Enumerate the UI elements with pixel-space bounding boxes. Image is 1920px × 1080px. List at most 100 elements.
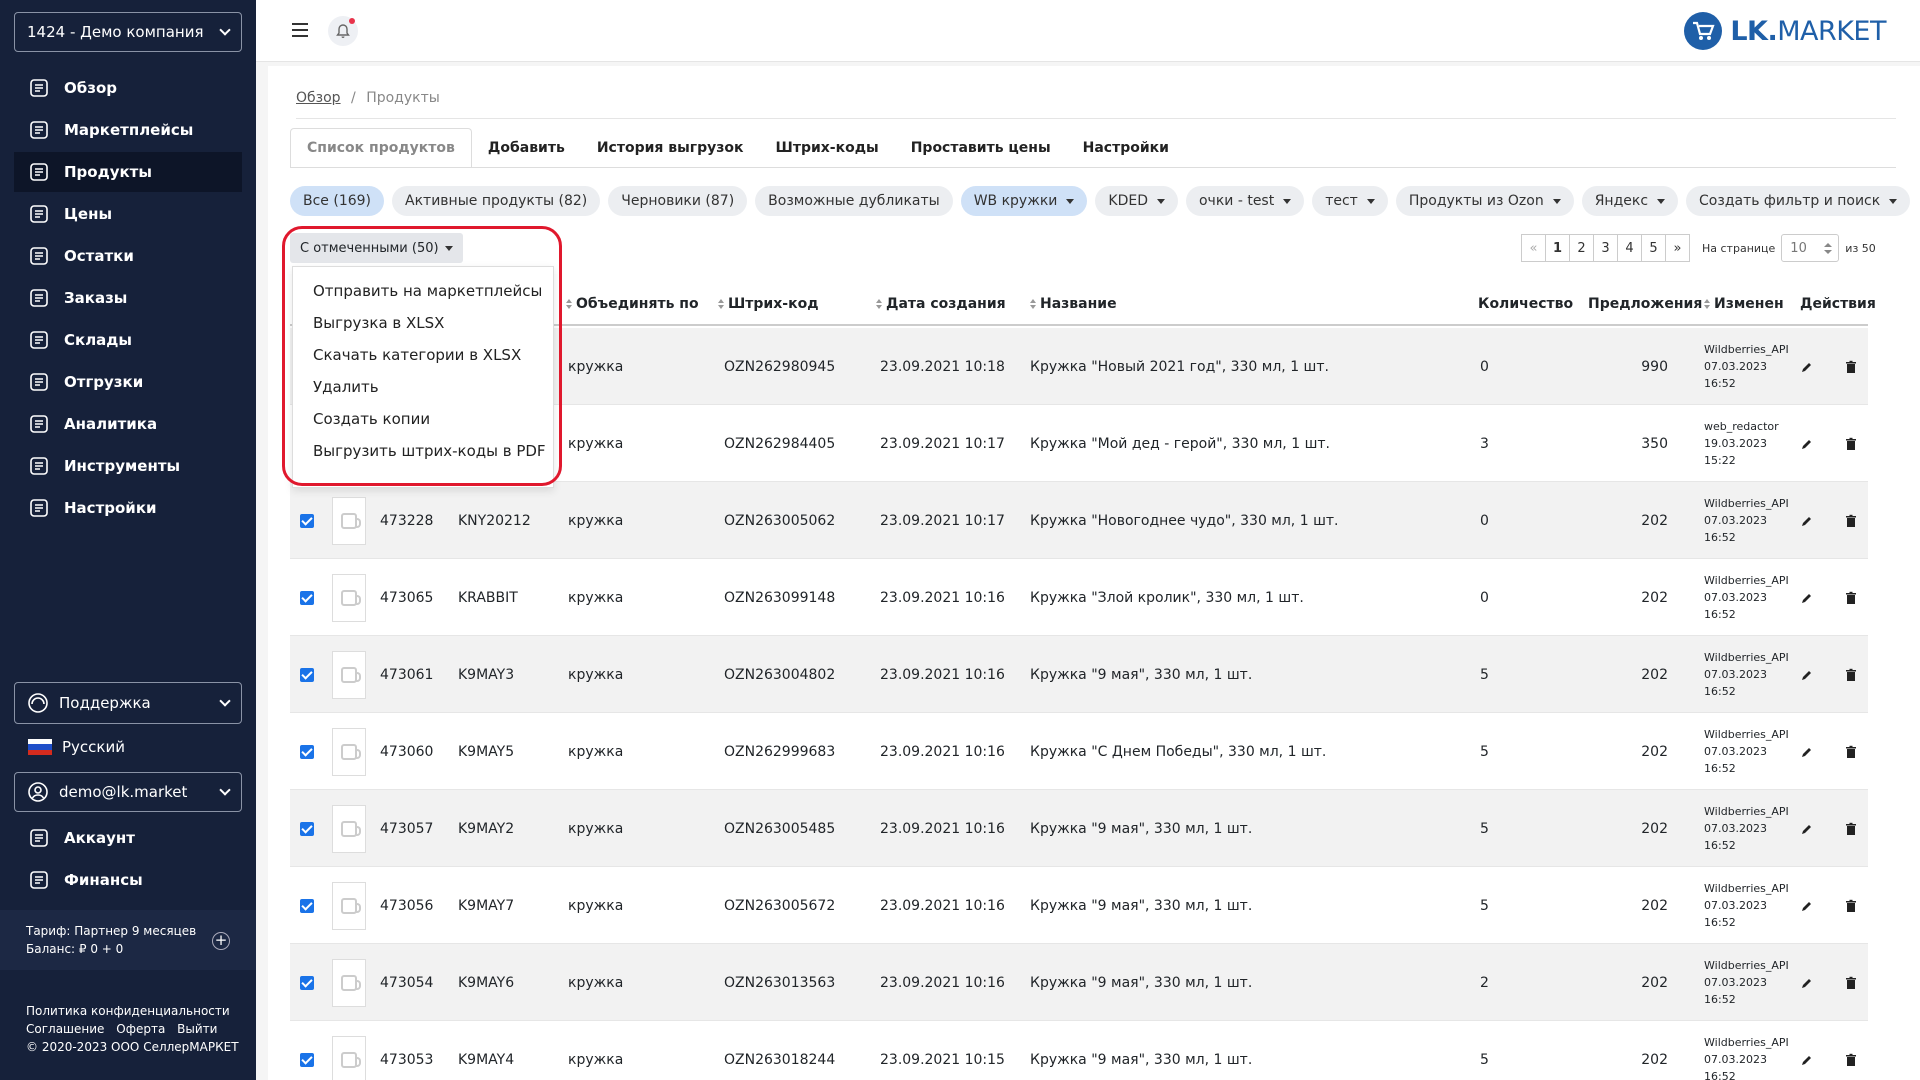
sidebar-item-finance[interactable]: Финансы <box>14 860 242 900</box>
row-checkbox[interactable] <box>300 744 314 759</box>
col-name[interactable]: Название <box>1030 282 1117 326</box>
sidebar-item-overview[interactable]: Обзор <box>14 68 242 108</box>
bulk-menu-item[interactable]: Отправить на маркетплейсы <box>293 275 553 307</box>
product-thumbnail[interactable] <box>332 1035 366 1080</box>
bulk-menu-item[interactable]: Создать копии <box>293 403 553 435</box>
cell-name[interactable]: Кружка "Злой кролик", 330 мл, 1 шт. <box>1030 559 1304 636</box>
spinner-icon[interactable] <box>1824 242 1833 254</box>
edit-button[interactable] <box>1800 328 1814 405</box>
filter-chip[interactable]: Возможные дубликаты <box>755 186 953 216</box>
page-button[interactable]: 5 <box>1641 234 1666 262</box>
product-thumbnail[interactable] <box>332 727 366 776</box>
cell-id[interactable]: 473057 <box>380 790 433 867</box>
tab-1[interactable]: Добавить <box>472 128 581 168</box>
next-page-button[interactable]: » <box>1665 234 1690 262</box>
delete-button[interactable] <box>1844 713 1858 790</box>
page-button[interactable]: 3 <box>1593 234 1618 262</box>
filter-chip[interactable]: Продукты из Ozon <box>1395 186 1574 216</box>
prev-page-button[interactable]: « <box>1521 234 1546 262</box>
tab-0[interactable]: Список продуктов <box>290 128 472 168</box>
cell-id[interactable]: 473228 <box>380 482 433 559</box>
delete-button[interactable] <box>1844 482 1858 559</box>
menu-toggle-icon[interactable] <box>292 23 308 41</box>
product-thumbnail[interactable] <box>332 496 366 545</box>
cell-id[interactable]: 473060 <box>380 713 433 790</box>
product-thumbnail[interactable] <box>332 650 366 699</box>
bulk-actions-button[interactable]: С отмеченными (50) <box>290 233 463 263</box>
sidebar-item-stock[interactable]: Остатки <box>14 236 242 276</box>
cell-name[interactable]: Кружка "Новогоднее чудо", 330 мл, 1 шт. <box>1030 482 1339 559</box>
cell-name[interactable]: Кружка "Новый 2021 год", 330 мл, 1 шт. <box>1030 328 1329 405</box>
add-balance-button[interactable]: + <box>212 932 230 950</box>
language-switch[interactable]: Русский <box>28 738 125 756</box>
cell-id[interactable]: 473061 <box>380 636 433 713</box>
per-page-input[interactable]: 10 <box>1781 234 1840 262</box>
cell-id[interactable]: 473056 <box>380 867 433 944</box>
page-button[interactable]: 2 <box>1569 234 1594 262</box>
delete-button[interactable] <box>1844 1021 1858 1080</box>
offer-link[interactable]: Оферта <box>116 1022 165 1036</box>
edit-button[interactable] <box>1800 559 1814 636</box>
user-select[interactable]: demo@lk.market <box>14 772 242 812</box>
bulk-menu-item[interactable]: Скачать категории в XLSX <box>293 339 553 371</box>
sidebar-item-tools[interactable]: Инструменты <box>14 446 242 486</box>
cell-id[interactable]: 473065 <box>380 559 433 636</box>
col-changed[interactable]: Изменен <box>1704 282 1784 326</box>
delete-button[interactable] <box>1844 405 1858 482</box>
sidebar-item-prices[interactable]: Цены <box>14 194 242 234</box>
col-created[interactable]: Дата создания <box>876 282 1006 326</box>
row-checkbox[interactable] <box>300 667 314 682</box>
sidebar-item-settings[interactable]: Настройки <box>14 488 242 528</box>
delete-button[interactable] <box>1844 867 1858 944</box>
cell-name[interactable]: Кружка "9 мая", 330 мл, 1 шт. <box>1030 944 1252 1021</box>
filter-chip[interactable]: Активные продукты (82) <box>392 186 601 216</box>
sidebar-item-account[interactable]: Аккаунт <box>14 818 242 858</box>
tab-5[interactable]: Настройки <box>1067 128 1185 168</box>
product-thumbnail[interactable] <box>332 958 366 1007</box>
cell-name[interactable]: Кружка "9 мая", 330 мл, 1 шт. <box>1030 867 1252 944</box>
delete-button[interactable] <box>1844 636 1858 713</box>
bulk-menu-item[interactable]: Выгрузить штрих-коды в PDF <box>293 435 553 467</box>
sidebar-item-marketplaces[interactable]: Маркетплейсы <box>14 110 242 150</box>
filter-chip[interactable]: Все (169) <box>290 186 385 216</box>
cell-name[interactable]: Кружка "9 мая", 330 мл, 1 шт. <box>1030 1021 1252 1080</box>
edit-button[interactable] <box>1800 867 1814 944</box>
filter-chip[interactable]: Черновики (87) <box>608 186 748 216</box>
tab-3[interactable]: Штрих-коды <box>760 128 895 168</box>
delete-button[interactable] <box>1844 559 1858 636</box>
bulk-menu-item[interactable]: Удалить <box>293 371 553 403</box>
sidebar-item-products[interactable]: Продукты <box>14 152 242 192</box>
row-checkbox[interactable] <box>300 513 314 528</box>
edit-button[interactable] <box>1800 482 1814 559</box>
cell-name[interactable]: Кружка "Мой дед - герой", 330 мл, 1 шт. <box>1030 405 1330 482</box>
row-checkbox[interactable] <box>300 975 314 990</box>
col-barcode[interactable]: Штрих-код <box>718 282 819 326</box>
sidebar-item-shipments[interactable]: Отгрузки <box>14 362 242 402</box>
row-checkbox[interactable] <box>300 590 314 605</box>
product-thumbnail[interactable] <box>332 573 366 622</box>
filter-chip[interactable]: WB кружки <box>960 186 1088 216</box>
delete-button[interactable] <box>1844 944 1858 1021</box>
support-select[interactable]: Поддержка <box>14 682 242 724</box>
delete-button[interactable] <box>1844 790 1858 867</box>
row-checkbox[interactable] <box>300 1052 314 1067</box>
sidebar-item-warehouses[interactable]: Склады <box>14 320 242 360</box>
col-group[interactable]: Объединять по <box>566 282 699 326</box>
filter-chip[interactable]: Создать фильтр и поиск <box>1686 186 1911 216</box>
cell-id[interactable]: 473054 <box>380 944 433 1021</box>
breadcrumb-root[interactable]: Обзор <box>296 90 341 106</box>
product-thumbnail[interactable] <box>332 881 366 930</box>
page-button[interactable]: 4 <box>1617 234 1642 262</box>
sidebar-item-analytics[interactable]: Аналитика <box>14 404 242 444</box>
logo[interactable]: LK.MARKET <box>1684 12 1886 50</box>
filter-chip[interactable]: KDED <box>1095 186 1178 216</box>
row-checkbox[interactable] <box>300 898 314 913</box>
filter-chip[interactable]: Яндекс <box>1581 186 1679 216</box>
cell-name[interactable]: Кружка "9 мая", 330 мл, 1 шт. <box>1030 790 1252 867</box>
tab-4[interactable]: Проставить цены <box>895 128 1067 168</box>
product-thumbnail[interactable] <box>332 804 366 853</box>
company-select[interactable]: 1424 - Демо компания <box>14 12 242 52</box>
cell-id[interactable]: 473053 <box>380 1021 433 1080</box>
edit-button[interactable] <box>1800 944 1814 1021</box>
page-button[interactable]: 1 <box>1545 234 1570 262</box>
